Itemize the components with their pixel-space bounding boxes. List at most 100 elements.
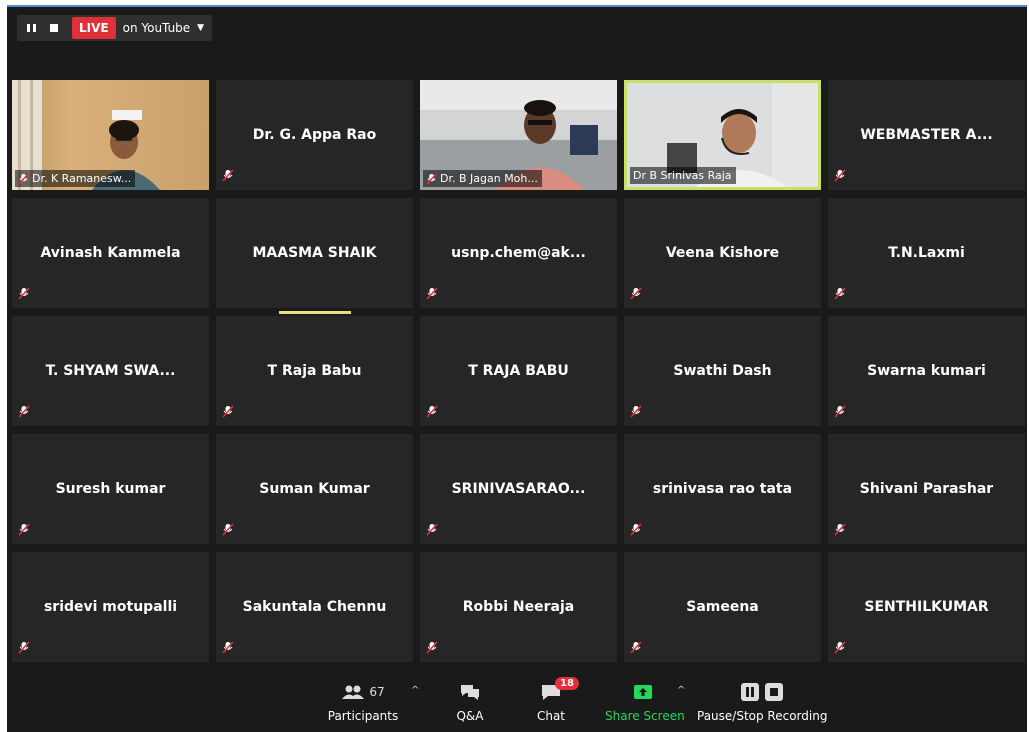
participants-button[interactable]: 67 Participants: [325, 681, 401, 723]
zoom-meeting-window: LIVE on YouTube ▼ Dr. K Ramanesw... Dr. …: [7, 5, 1027, 732]
participant-tile[interactable]: sridevi motupalli: [12, 552, 209, 662]
participant-tile-active-speaker[interactable]: Dr B Srinivas Raja: [624, 80, 821, 190]
participant-tile[interactable]: Dr. B Jagan Moh...: [420, 80, 617, 190]
meeting-toolbar: 67 Participants ^ Q&A 18 Chat Share Scre…: [7, 671, 1027, 732]
mic-muted-icon: [222, 169, 234, 182]
mic-muted-icon: [630, 523, 642, 536]
participant-name: Robbi Neeraja: [462, 599, 575, 615]
live-controls: LIVE on YouTube ▼: [17, 15, 213, 41]
share-screen-label: Share Screen: [605, 709, 685, 723]
participant-tile[interactable]: Avinash Kammela: [12, 198, 209, 308]
chat-button[interactable]: 18 Chat: [529, 677, 579, 723]
window-top-border: [7, 5, 1027, 7]
live-destination[interactable]: on YouTube: [123, 21, 191, 35]
mic-muted-icon: [834, 169, 846, 182]
participant-name: Sakuntala Chennu: [242, 599, 387, 615]
qa-button[interactable]: Q&A: [447, 681, 493, 723]
chevron-down-icon[interactable]: ▼: [197, 23, 204, 33]
participant-tile[interactable]: Sakuntala Chennu: [216, 552, 413, 662]
mic-muted-icon: [426, 641, 438, 654]
mic-muted-icon: [630, 405, 642, 418]
participant-name: sridevi motupalli: [43, 599, 178, 615]
participant-name: Shivani Parashar: [859, 481, 994, 497]
pause-recording-icon: [741, 683, 759, 701]
participant-name: SENTHILKUMAR: [864, 599, 989, 615]
participant-tile[interactable]: Veena Kishore: [624, 198, 821, 308]
participant-tile[interactable]: Robbi Neeraja: [420, 552, 617, 662]
participant-tile[interactable]: T. SHYAM SWA...: [12, 316, 209, 426]
mic-muted-icon: [834, 641, 846, 654]
participant-tile[interactable]: Shivani Parashar: [828, 434, 1025, 544]
mic-muted-icon: [222, 523, 234, 536]
participant-tile[interactable]: Dr. K Ramanesw...: [12, 80, 209, 190]
live-stream-bar: LIVE on YouTube ▼: [17, 15, 213, 41]
mic-muted-icon: [18, 523, 30, 536]
participant-name: usnp.chem@ak...: [451, 245, 586, 261]
share-screen-button[interactable]: Share Screen: [605, 681, 685, 723]
pause-stop-recording-button[interactable]: Pause/Stop Recording: [697, 681, 827, 723]
participant-tile[interactable]: usnp.chem@ak...: [420, 198, 617, 308]
participants-count: 67: [369, 685, 385, 699]
participant-tile[interactable]: SRINIVASARAO...: [420, 434, 617, 544]
stop-stream-icon[interactable]: [50, 24, 58, 32]
participant-tile[interactable]: Dr. G. Appa Rao: [216, 80, 413, 190]
share-screen-icon: [634, 685, 652, 699]
participant-name: Dr. G. Appa Rao: [252, 127, 377, 143]
participant-name-tag: Dr. K Ramanesw...: [15, 170, 136, 187]
live-badge: LIVE: [72, 17, 116, 39]
participant-tile[interactable]: Suman Kumar: [216, 434, 413, 544]
mic-muted-icon: [222, 405, 234, 418]
participant-tile[interactable]: Swathi Dash: [624, 316, 821, 426]
mic-muted-icon: [222, 641, 234, 654]
qa-label: Q&A: [456, 709, 484, 723]
participant-name: T RAJA BABU: [468, 363, 569, 379]
qa-icon: [461, 685, 479, 700]
participants-icon: [342, 685, 365, 699]
participant-tile[interactable]: T.N.Laxmi: [828, 198, 1025, 308]
participant-tile[interactable]: WEBMASTER A...: [828, 80, 1025, 190]
participant-name: Sameena: [686, 599, 759, 615]
chat-unread-badge: 18: [555, 677, 579, 690]
mic-muted-icon: [18, 405, 30, 418]
participant-tile[interactable]: MAASMA SHAIK: [216, 198, 413, 314]
chat-label: Chat: [536, 709, 566, 723]
mic-muted-icon: [834, 523, 846, 536]
participant-name-tag: Dr. B Jagan Moh...: [423, 170, 542, 187]
mic-muted-icon: [426, 172, 437, 185]
participant-name: WEBMASTER A...: [860, 127, 993, 143]
speaking-indicator: [279, 311, 351, 314]
participant-tile[interactable]: SENTHILKUMAR: [828, 552, 1025, 662]
participant-name: SRINIVASARAO...: [451, 481, 586, 497]
mic-muted-icon: [834, 287, 846, 300]
mic-muted-icon: [630, 287, 642, 300]
mic-muted-icon: [630, 641, 642, 654]
participant-tile[interactable]: Suresh kumar: [12, 434, 209, 544]
mic-muted-icon: [834, 405, 846, 418]
pause-stream-icon[interactable]: [27, 24, 36, 32]
participant-name: MAASMA SHAIK: [252, 245, 377, 261]
participant-name: T Raja Babu: [267, 363, 362, 379]
participant-name: Swarna kumari: [867, 363, 986, 379]
participant-name: Avinash Kammela: [40, 245, 181, 261]
participant-name: Veena Kishore: [665, 245, 780, 261]
mic-muted-icon: [18, 172, 29, 185]
chevron-up-icon[interactable]: ^: [677, 685, 685, 696]
mic-muted-icon: [426, 405, 438, 418]
stop-recording-icon: [765, 683, 783, 701]
participant-name: srinivasa rao tata: [652, 481, 793, 497]
participants-label: Participants: [327, 709, 399, 723]
participant-tile[interactable]: T Raja Babu: [216, 316, 413, 426]
participant-tile[interactable]: srinivasa rao tata: [624, 434, 821, 544]
participant-name: T. SHYAM SWA...: [45, 363, 176, 379]
mic-muted-icon: [426, 287, 438, 300]
participant-tile[interactable]: Sameena: [624, 552, 821, 662]
mic-muted-icon: [18, 287, 30, 300]
chevron-up-icon[interactable]: ^: [411, 685, 419, 696]
participant-tile[interactable]: T RAJA BABU: [420, 316, 617, 426]
participant-name: T.N.Laxmi: [888, 245, 965, 261]
mic-muted-icon: [18, 641, 30, 654]
participant-name: Suman Kumar: [259, 481, 370, 497]
participant-name: Swathi Dash: [673, 363, 772, 379]
participant-name-tag: Dr B Srinivas Raja: [630, 167, 736, 184]
participant-tile[interactable]: Swarna kumari: [828, 316, 1025, 426]
